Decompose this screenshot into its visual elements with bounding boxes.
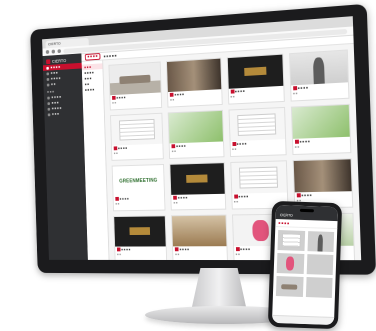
- asset-thumbnail[interactable]: [289, 50, 348, 86]
- asset-thumbnail[interactable]: [114, 216, 166, 247]
- file-type-icon: [230, 89, 235, 94]
- asset-thumbnail[interactable]: [230, 161, 287, 194]
- phone-bottom-bar: [271, 314, 335, 326]
- asset-card[interactable]: GREENMEETING ■ ■ ■ ■ ■ ■: [111, 164, 166, 212]
- file-type-icon: [173, 195, 178, 200]
- file-type-icon: [115, 196, 119, 201]
- asset-name: ■ ■ ■ ■: [116, 95, 126, 100]
- menu-icon: [46, 71, 50, 75]
- asset-card[interactable]: ■ ■ ■ ■■ ■: [228, 106, 287, 158]
- menu-icon: [46, 66, 49, 70]
- asset-meta: ■ ■: [175, 252, 180, 257]
- asset-name: ■ ■ ■ ■: [174, 92, 185, 97]
- asset-thumbnail[interactable]: [293, 159, 352, 193]
- asset-meta: ■ ■: [232, 146, 237, 152]
- asset-meta: ■ ■: [171, 149, 177, 154]
- asset-name: ■ ■ ■ ■: [299, 139, 310, 144]
- phone-asset-card[interactable]: [277, 230, 305, 251]
- asset-thumbnail[interactable]: GREENMEETING: [112, 165, 165, 197]
- menu-icon: [47, 107, 51, 111]
- asset-name: ■ ■ ■ ■: [119, 196, 129, 201]
- file-type-icon: [233, 194, 238, 199]
- asset-card[interactable]: ■ ■ ■ ■■ ■: [290, 103, 352, 156]
- sidebar-item-label: ■ ■: [50, 82, 56, 87]
- asset-meta: ■ ■: [115, 201, 120, 206]
- phone-screen: CIERTO ■ ■ ■ ■: [271, 204, 339, 326]
- sidebar: CIERTO ■ ■ ■ ■ ■ ■ ■ ■ ■ ■ ■ ■ ■ ■ ■ ■ ■ ■ ■ …: [42, 53, 88, 260]
- phone-asset-card[interactable]: [275, 276, 304, 297]
- asset-thumbnail[interactable]: [291, 104, 350, 139]
- filter-button[interactable]: ■ ■ ■ ■: [84, 53, 101, 61]
- asset-name: ■ ■ ■ ■: [177, 195, 188, 200]
- asset-thumbnail[interactable]: [167, 58, 221, 93]
- menu-icon: [46, 83, 50, 87]
- asset-card[interactable]: ■ ■ ■ ■■ ■: [110, 112, 165, 161]
- brand-name: CIERTO: [51, 57, 67, 64]
- asset-name: ■ ■ ■ ■: [234, 88, 245, 94]
- dynamic-island: [299, 208, 314, 213]
- file-type-icon: [113, 146, 118, 151]
- asset-name: ■ ■ ■ ■: [236, 141, 247, 146]
- asset-meta: ■ ■: [113, 151, 118, 156]
- reload-icon[interactable]: [57, 49, 61, 54]
- asset-meta: ■ ■: [173, 200, 178, 205]
- asset-name: ■ ■ ■ ■: [118, 145, 128, 151]
- asset-thumbnail[interactable]: [110, 113, 163, 146]
- file-type-icon: [171, 144, 176, 149]
- asset-thumbnail[interactable]: [229, 107, 285, 142]
- file-type-icon: [296, 193, 301, 198]
- sidebar-item-label: ■ ■ ■: [51, 112, 59, 117]
- smartphone: CIERTO ■ ■ ■ ■: [267, 200, 343, 330]
- phone-title: CIERTO: [279, 213, 293, 218]
- file-type-icon: [231, 141, 236, 147]
- asset-name: ■ ■ ■ ■: [179, 247, 190, 252]
- asset-thumbnail[interactable]: [227, 54, 284, 89]
- back-icon[interactable]: [45, 50, 50, 54]
- asset-meta: ■ ■: [117, 252, 122, 257]
- asset-thumbnail[interactable]: [109, 62, 161, 96]
- asset-name: ■ ■ ■ ■: [176, 143, 186, 149]
- menu-icon: [47, 101, 50, 105]
- file-type-icon: [175, 247, 179, 252]
- asset-card[interactable]: ■ ■ ■ ■■ ■: [226, 53, 285, 105]
- asset-thumbnail[interactable]: [170, 163, 225, 195]
- asset-card[interactable]: ■ ■ ■ ■■ ■: [171, 214, 228, 261]
- phone-asset-card[interactable]: [306, 231, 335, 252]
- phone-asset-grid: [273, 227, 337, 301]
- phone-asset-card[interactable]: [305, 277, 333, 298]
- asset-meta: ■ ■: [294, 144, 300, 149]
- asset-thumbnail[interactable]: [168, 110, 223, 144]
- asset-name: ■ ■ ■ ■: [297, 85, 309, 91]
- phone-asset-card[interactable]: [276, 253, 304, 274]
- asset-name: ■ ■ ■ ■: [301, 193, 312, 198]
- breadcrumb: ■ ■ ■ ■ ■: [103, 53, 117, 59]
- sidebar-menu: ■ ■ ■ ■ ■ ■ ■ ■ ■ ■ ■ ■ ■ ■ ■ ■ ■ ■ ■ ■ ■ ■ ■ ■…: [42, 62, 83, 118]
- phone-asset-card[interactable]: [306, 254, 334, 275]
- sidebar-item[interactable]: ■ ■ ■: [44, 110, 83, 118]
- forward-icon[interactable]: [51, 49, 56, 54]
- asset-card[interactable]: ■ ■ ■ ■■ ■: [113, 215, 168, 261]
- folder-tree-item[interactable]: ■ ■ ■ ■: [82, 86, 103, 93]
- menu-icon: [46, 77, 50, 81]
- asset-card[interactable]: ■ ■ ■ ■■ ■: [167, 109, 225, 159]
- asset-name: ■ ■ ■ ■: [240, 247, 251, 252]
- logo-icon: [46, 58, 51, 64]
- asset-name: ■ ■ ■ ■: [238, 194, 249, 199]
- file-type-icon: [116, 247, 121, 252]
- asset-card[interactable]: ■ ■ ■ ■■ ■: [288, 49, 350, 102]
- file-type-icon: [294, 139, 299, 144]
- asset-name: ■ ■ ■ ■: [121, 247, 131, 252]
- menu-icon: [47, 112, 51, 116]
- file-type-icon: [235, 247, 240, 252]
- asset-thumbnail[interactable]: [172, 215, 227, 247]
- file-type-icon: [170, 92, 174, 97]
- file-type-icon: [112, 95, 116, 100]
- asset-card[interactable]: ■ ■ ■ ■■ ■: [108, 61, 163, 111]
- asset-card[interactable]: ■ ■ ■ ■■ ■: [166, 57, 223, 108]
- menu-icon: [47, 96, 50, 100]
- asset-card[interactable]: ■ ■ ■ ■■ ■: [169, 162, 226, 211]
- file-type-icon: [292, 86, 297, 91]
